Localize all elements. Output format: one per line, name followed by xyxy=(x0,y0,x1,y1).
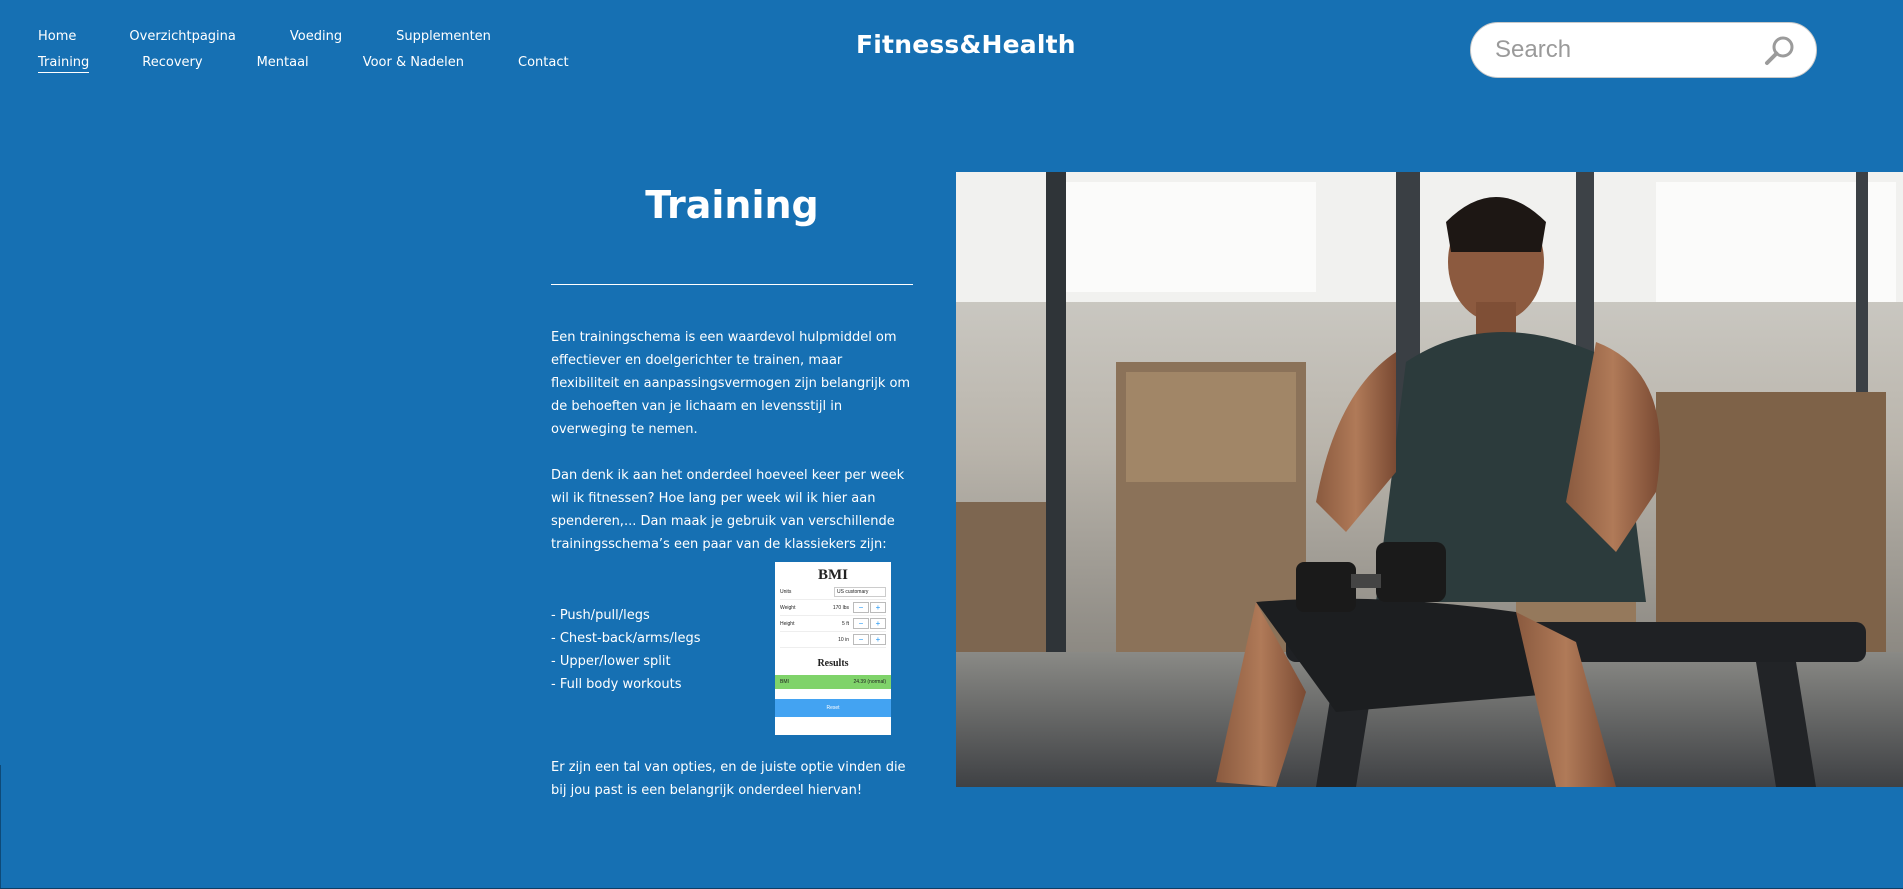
bmi-title: BMI xyxy=(818,567,848,583)
minus-icon: − xyxy=(853,618,869,629)
nav-training[interactable]: Training xyxy=(38,54,90,73)
nav-overzichtpagina[interactable]: Overzichtpagina xyxy=(129,28,235,46)
site-logo-text[interactable]: Fitness&Health xyxy=(856,30,1076,59)
list-item: - Chest-back/arms/legs xyxy=(551,631,701,646)
bmi-height-label: Height xyxy=(780,620,795,627)
bmi-result-bar: BMI 24.39 (normal) xyxy=(775,675,891,689)
plus-icon: + xyxy=(870,634,886,645)
title-divider xyxy=(551,284,913,285)
bmi-result-value: 24.39 (normal) xyxy=(853,679,886,685)
training-content: Training Een trainingschema is een waard… xyxy=(551,180,913,798)
bmi-units-select: US customary xyxy=(834,586,886,597)
bmi-weight-value: 170 lbs xyxy=(832,604,849,611)
nav-contact[interactable]: Contact xyxy=(518,54,569,72)
schedule-paragraph: Dan denk ik aan het onderdeel hoeveel ke… xyxy=(551,468,905,552)
nav-row-2: Training Recovery Mentaal Voor & Nadelen… xyxy=(38,50,598,76)
bmi-reset-button: Reset xyxy=(775,699,891,717)
list-item: - Full body workouts xyxy=(551,677,682,692)
bmi-height-ft: 5 ft xyxy=(842,620,849,627)
bmi-units-row: Units US customary xyxy=(780,584,886,600)
plus-icon: + xyxy=(870,618,886,629)
gym-athlete-photo xyxy=(956,172,1903,787)
nav-row-1: Home Overzichtpagina Voeding Supplemente… xyxy=(38,24,598,50)
bmi-weight-label: Weight xyxy=(780,604,796,611)
minus-icon: − xyxy=(853,634,869,645)
bmi-height-row: Height 5 ft − + xyxy=(780,616,886,632)
schedule-list: - Push/pull/legs - Chest-back/arms/legs … xyxy=(551,604,701,696)
bmi-height-in: 10 in xyxy=(838,636,849,643)
closing-paragraph: Er zijn een tal van opties, en de juiste… xyxy=(551,760,906,798)
bmi-result-label: BMI xyxy=(780,679,789,685)
nav-voor-nadelen[interactable]: Voor & Nadelen xyxy=(363,54,464,72)
search-icon[interactable] xyxy=(1762,34,1796,68)
plus-icon: + xyxy=(870,602,886,613)
nav-voeding[interactable]: Voeding xyxy=(290,28,342,46)
nav-supplementen[interactable]: Supplementen xyxy=(396,28,491,46)
bmi-results-title: Results xyxy=(817,658,849,669)
bmi-height-in-row: 10 in − + xyxy=(780,632,886,648)
nav-mentaal[interactable]: Mentaal xyxy=(257,54,309,72)
main-navigation: Home Overzichtpagina Voeding Supplemente… xyxy=(38,24,598,76)
list-item: - Push/pull/legs xyxy=(551,608,650,623)
nav-home[interactable]: Home xyxy=(38,28,76,46)
list-item: - Upper/lower split xyxy=(551,654,671,669)
minus-icon: − xyxy=(853,602,869,613)
bmi-weight-row: Weight 170 lbs − + xyxy=(780,600,886,616)
bmi-units-label: Units xyxy=(780,588,792,595)
search-box xyxy=(1470,22,1817,78)
intro-paragraph: Een trainingschema is een waardevol hulp… xyxy=(551,330,911,437)
page-title: Training xyxy=(645,183,819,227)
nav-recovery[interactable]: Recovery xyxy=(142,54,202,72)
bmi-calculator-image: BMI Units US customary Weight 170 lbs − … xyxy=(775,562,891,735)
left-edge-line xyxy=(0,765,1,889)
search-input[interactable] xyxy=(1493,35,1757,65)
